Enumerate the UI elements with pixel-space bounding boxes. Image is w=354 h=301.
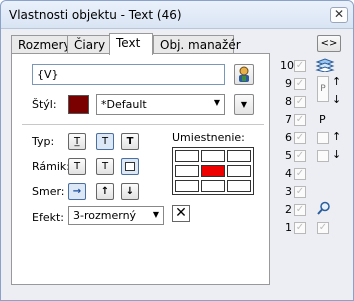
placement-grid <box>172 147 254 195</box>
p-box[interactable]: P <box>317 76 329 102</box>
layer-number: 5 <box>285 149 292 162</box>
layer-checkbox[interactable]: ✓ <box>294 78 306 90</box>
placement-label: Umiestnenie: <box>172 131 245 144</box>
layers-icon[interactable] <box>315 58 335 73</box>
layer-number: 10 <box>280 59 294 72</box>
properties-window: Vlastnosti objektu - Text (46) ✕ Rozmery… <box>0 0 354 301</box>
up-arrow-icon: ↑ <box>332 130 342 143</box>
chevron-down-icon: ▼ <box>213 98 220 107</box>
effect-select[interactable]: 3-rozmerný ▼ <box>68 206 164 225</box>
layer-number: 6 <box>285 131 292 144</box>
window-title: Vlastnosti objektu - Text (46) <box>9 8 182 22</box>
person-icon <box>239 66 249 82</box>
placement-cell-middle-center[interactable] <box>201 165 225 177</box>
type-label: Typ: <box>32 135 55 148</box>
effect-select-value: 3-rozmerný <box>73 209 137 222</box>
layer-checkbox[interactable]: ✓ <box>294 204 306 216</box>
text-input[interactable]: {V} <box>32 64 225 85</box>
placement-cell-middle-left[interactable] <box>175 165 199 177</box>
placement-cell-top-center[interactable] <box>201 150 225 162</box>
magnifier-icon[interactable] <box>317 201 331 215</box>
layer-checkbox[interactable]: ✓ <box>294 132 306 144</box>
type-filled-button[interactable]: T <box>121 133 139 150</box>
down-arrow-icon: ↓ <box>332 148 342 161</box>
type-framed-button[interactable]: T <box>96 133 114 150</box>
direction-down-button[interactable]: ↓ <box>121 183 139 200</box>
layer-number: 4 <box>285 167 292 180</box>
zoom-checkbox[interactable]: ✓ <box>317 222 329 234</box>
frame-icon <box>125 162 135 171</box>
p-label: P <box>319 113 326 126</box>
direction-label: Smer: <box>32 185 65 198</box>
chevron-down-icon: ▼ <box>152 210 159 219</box>
text-wizard-button[interactable] <box>234 64 254 85</box>
layer-checkbox[interactable]: ✓ <box>294 222 306 234</box>
layer-checkbox[interactable]: ✓ <box>294 168 306 180</box>
placement-cell-top-left[interactable] <box>175 150 199 162</box>
placement-cell-bottom-left[interactable] <box>175 180 199 192</box>
title-bar: Vlastnosti objektu - Text (46) ✕ <box>1 1 353 29</box>
tab-ciary[interactable]: Čiary <box>67 35 110 54</box>
layer-number: 2 <box>285 203 292 216</box>
layer-number: 1 <box>285 221 292 234</box>
tab-text[interactable]: Text <box>109 33 153 55</box>
layer-checkbox[interactable]: ✓ <box>294 186 306 198</box>
frame-filled-button[interactable] <box>121 158 139 175</box>
layer-checkbox[interactable]: ✓ <box>294 96 306 108</box>
placement-cell-middle-right[interactable] <box>227 165 251 177</box>
tab-obj-manazer[interactable]: Obj. manažér <box>153 35 241 54</box>
style-color-swatch[interactable] <box>68 95 89 114</box>
layer-checkbox[interactable]: ✓ <box>294 60 306 72</box>
style-select-value: *Default <box>101 98 147 111</box>
down-arrow-icon: ↓ <box>332 93 342 106</box>
frame-box-button[interactable]: T <box>96 158 114 175</box>
type-underline-button[interactable]: T̲ <box>68 133 86 150</box>
style-label: Štýl: <box>32 98 57 111</box>
p-down-checkbox[interactable] <box>317 150 329 162</box>
close-button[interactable]: ✕ <box>330 7 348 23</box>
layer-checkbox[interactable]: ✓ <box>294 114 306 126</box>
chevron-down-icon: ▼ <box>240 100 248 109</box>
tab-rozmery[interactable]: Rozmery <box>11 35 71 54</box>
divider <box>22 124 264 125</box>
layer-number: 8 <box>285 95 292 108</box>
text-properties-panel: {V} Štýl: *Default ▼ ▼ Typ: T̲ T T Rámik… <box>11 53 270 285</box>
direction-up-button[interactable]: ↑ <box>96 183 114 200</box>
effect-label: Efekt: <box>32 211 64 224</box>
up-arrow-icon: ↑ <box>332 75 342 88</box>
style-select[interactable]: *Default ▼ <box>96 94 225 115</box>
frame-label: Rámik: <box>32 160 70 173</box>
placement-cell-bottom-center[interactable] <box>201 180 225 192</box>
placement-cell-bottom-right[interactable] <box>227 180 251 192</box>
expand-button[interactable]: <> <box>317 35 341 52</box>
placement-cell-top-right[interactable] <box>227 150 251 162</box>
direction-right-button[interactable]: → <box>68 183 86 200</box>
close-icon: ✕ <box>175 205 187 221</box>
layer-checkbox[interactable]: ✓ <box>294 150 306 162</box>
layer-number: 9 <box>285 77 292 90</box>
p-up-checkbox[interactable] <box>317 132 329 144</box>
style-dropdown-button[interactable]: ▼ <box>234 94 254 115</box>
frame-none-button[interactable]: T <box>68 158 86 175</box>
layer-number: 7 <box>285 113 292 126</box>
clear-effect-button[interactable]: ✕ <box>172 205 190 222</box>
layer-number: 3 <box>285 185 292 198</box>
